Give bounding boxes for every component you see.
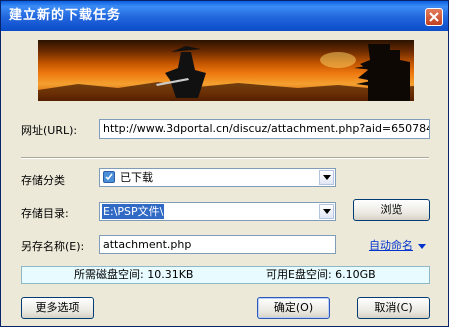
saveas-input[interactable]: attachment.php: [99, 235, 336, 254]
close-button[interactable]: [425, 8, 443, 26]
close-icon: [429, 12, 439, 22]
category-dropdown-button[interactable]: [319, 170, 334, 185]
chevron-down-icon: [323, 209, 331, 214]
category-select[interactable]: 已下载: [99, 168, 336, 187]
directory-select[interactable]: E:\PSP文件\: [99, 202, 336, 221]
more-options-button[interactable]: 更多选项: [21, 297, 94, 319]
auto-name-label: 自动命名: [369, 239, 413, 252]
folder-check-icon: [103, 171, 115, 183]
required-space: 所需磁盘空间: 10.31KB: [74, 268, 194, 281]
cancel-button[interactable]: 取消(C): [357, 297, 430, 319]
chevron-down-icon: [323, 175, 331, 180]
banner-image: [38, 40, 414, 101]
new-download-dialog: 建立新的下载任务 网址(URL): http://www.3dportal.cn…: [0, 0, 449, 327]
url-input-value: http://www.3dportal.cn/discuz/attachment…: [103, 122, 430, 135]
directory-dropdown-button[interactable]: [319, 204, 334, 219]
saveas-input-value: attachment.php: [103, 238, 192, 251]
category-selected: 已下载: [120, 171, 153, 184]
title-bar[interactable]: 建立新的下载任务: [1, 1, 448, 31]
category-label: 存储分类: [21, 174, 65, 187]
browse-button[interactable]: 浏览: [353, 199, 430, 221]
ok-button[interactable]: 确定(O): [257, 297, 330, 319]
auto-name-link[interactable]: 自动命名: [369, 237, 426, 253]
directory-selected: E:\PSP文件\: [102, 204, 165, 219]
disk-space-bar: 所需磁盘空间: 10.31KB 可用E盘空间: 6.10GB: [21, 266, 430, 284]
directory-label: 存储目录:: [21, 207, 69, 220]
triangle-down-icon: [417, 244, 426, 249]
separator: [21, 157, 429, 159]
available-space: 可用E盘空间: 6.10GB: [266, 268, 376, 281]
url-input[interactable]: http://www.3dportal.cn/discuz/attachment…: [99, 119, 430, 139]
window-title: 建立新的下载任务: [9, 8, 122, 23]
url-label: 网址(URL):: [21, 124, 78, 137]
saveas-label: 另存名称(E):: [21, 240, 85, 253]
samurai-banner-art: [38, 44, 414, 101]
